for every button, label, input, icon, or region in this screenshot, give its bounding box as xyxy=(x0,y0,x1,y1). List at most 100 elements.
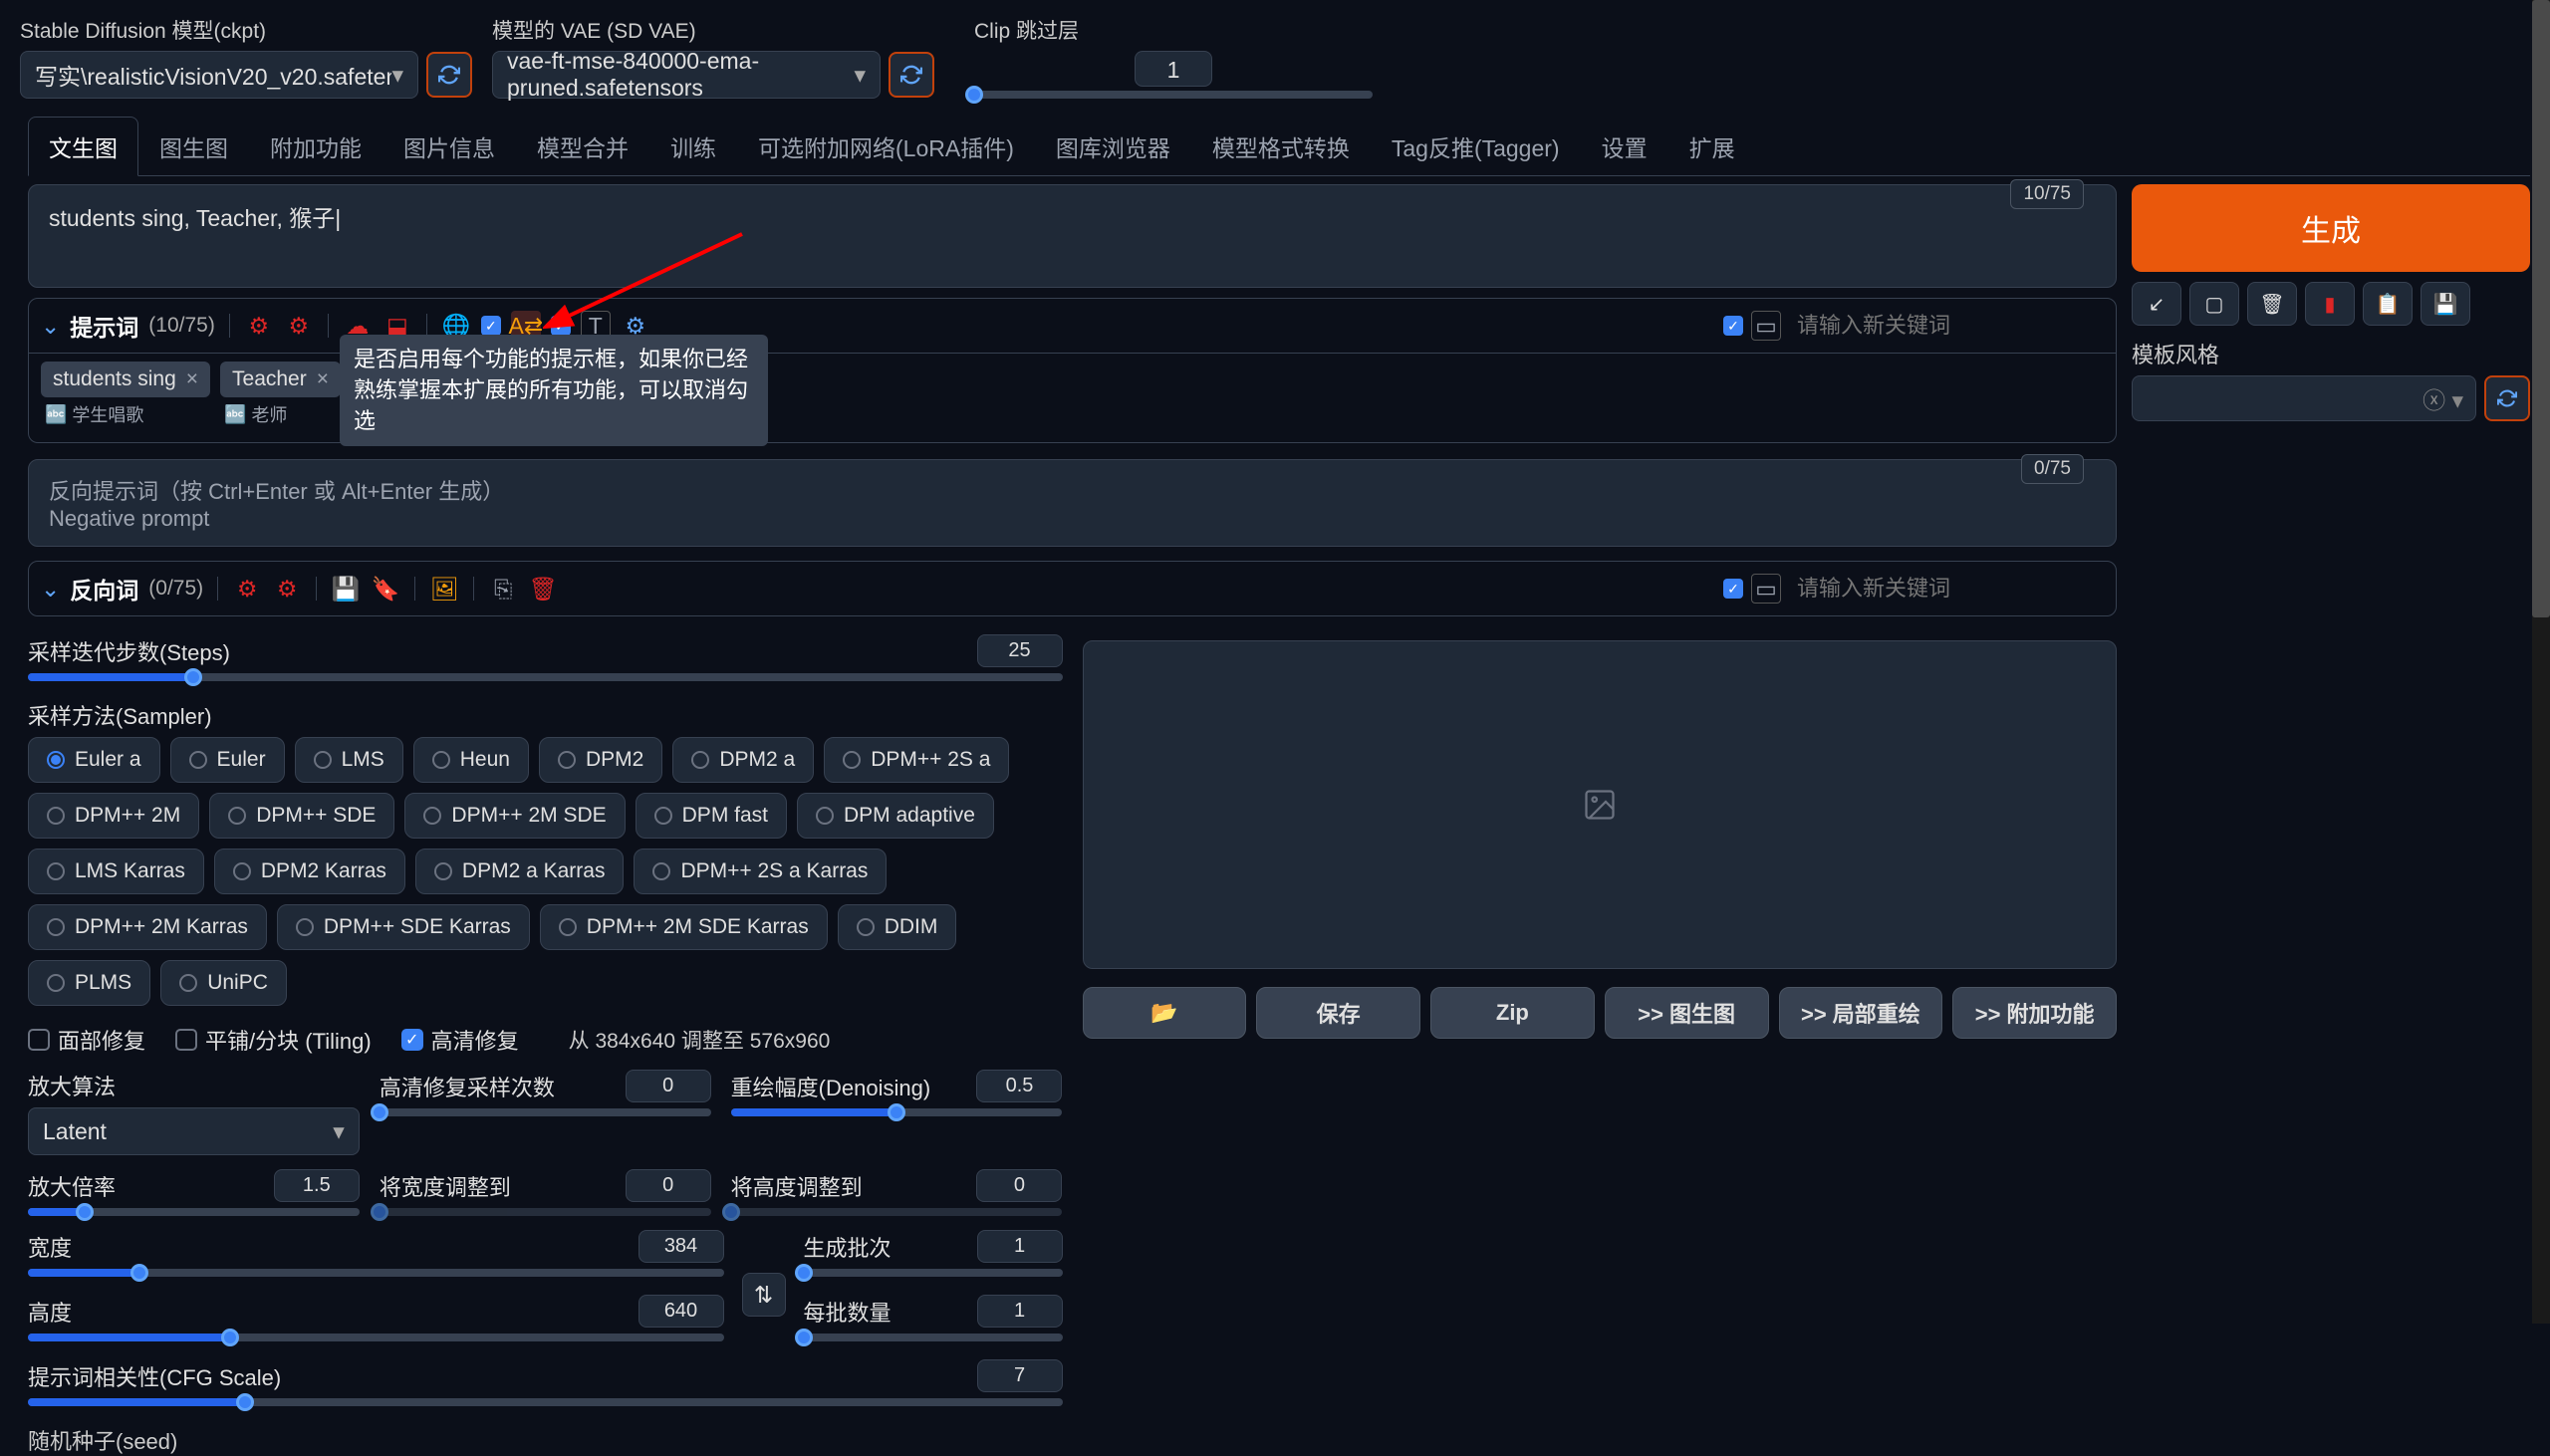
chevron-down-icon[interactable]: ⌄ xyxy=(41,313,60,340)
clear-button[interactable]: ▢ xyxy=(2189,282,2239,326)
sampler-option[interactable]: DPM2 xyxy=(539,737,662,783)
resize-w-value[interactable]: 0 xyxy=(626,1169,711,1202)
sampler-option[interactable]: DPM++ SDE Karras xyxy=(277,904,530,950)
tab-train[interactable]: 训练 xyxy=(649,117,737,175)
tiling-checkbox[interactable]: 平铺/分块 (Tiling) xyxy=(175,1024,372,1056)
gear-icon[interactable]: ⚙ xyxy=(284,311,314,341)
batch-count-value[interactable]: 1 xyxy=(977,1230,1063,1263)
gear-icon[interactable]: ⚙ xyxy=(232,574,262,604)
hires-steps-value[interactable]: 0 xyxy=(626,1070,711,1102)
checkbox[interactable]: ✓ xyxy=(1723,316,1743,336)
steps-slider[interactable] xyxy=(28,673,1063,681)
tab-img2img[interactable]: 图生图 xyxy=(138,117,249,175)
scrollbar[interactable] xyxy=(2532,0,2550,1324)
close-icon[interactable]: × xyxy=(317,367,329,391)
sampler-option[interactable]: DPM2 Karras xyxy=(214,849,405,894)
sampler-option[interactable]: DPM++ 2S a Karras xyxy=(634,849,887,894)
checkbox[interactable]: ✓ xyxy=(551,316,571,336)
image-icon[interactable]: 🖼 xyxy=(429,574,459,604)
open-folder-button[interactable]: 📂 xyxy=(1083,987,1247,1039)
batch-count-slider[interactable] xyxy=(804,1269,1063,1277)
sampler-option[interactable]: DPM++ 2M SDE xyxy=(404,793,625,839)
checkbox[interactable]: ✓ xyxy=(1723,579,1743,599)
sampler-option[interactable]: DDIM xyxy=(838,904,957,950)
width-value[interactable]: 384 xyxy=(638,1230,724,1263)
resize-h-slider[interactable] xyxy=(731,1208,1063,1216)
keyword-input[interactable] xyxy=(1797,313,2084,339)
send-inpaint-button[interactable]: >> 局部重绘 xyxy=(1779,987,1943,1039)
copy-icon[interactable]: ⎘ xyxy=(488,574,518,604)
tab-extras[interactable]: 附加功能 xyxy=(249,117,382,175)
tab-tagger[interactable]: Tag反推(Tagger) xyxy=(1371,117,1581,175)
sampler-option[interactable]: Heun xyxy=(413,737,529,783)
save-button[interactable]: 保存 xyxy=(1256,987,1420,1039)
tag-icon[interactable]: ▭ xyxy=(1751,311,1781,341)
tab-txt2img[interactable]: 文生图 xyxy=(28,117,138,176)
denoise-slider[interactable] xyxy=(731,1108,1063,1116)
trash-button[interactable]: 🗑 xyxy=(2247,282,2297,326)
sampler-option[interactable]: Euler xyxy=(170,737,285,783)
card-button[interactable]: ▮ xyxy=(2305,282,2355,326)
bookmark-icon[interactable]: 🔖 xyxy=(371,574,400,604)
height-value[interactable]: 640 xyxy=(638,1295,724,1328)
trash-icon[interactable]: 🗑 xyxy=(528,574,558,604)
paste-button[interactable]: 📋 xyxy=(2363,282,2413,326)
sampler-option[interactable]: DPM2 a xyxy=(672,737,814,783)
sampler-option[interactable]: DPM++ 2M xyxy=(28,793,199,839)
tab-settings[interactable]: 设置 xyxy=(1581,117,1668,175)
vae-refresh-button[interactable] xyxy=(889,52,934,98)
tab-browser[interactable]: 图库浏览器 xyxy=(1035,117,1191,175)
tab-extensions[interactable]: 扩展 xyxy=(1668,117,1756,175)
sampler-option[interactable]: PLMS xyxy=(28,960,150,1006)
upscale-by-value[interactable]: 1.5 xyxy=(274,1169,360,1202)
sampler-option[interactable]: Euler a xyxy=(28,737,160,783)
styles-refresh-button[interactable] xyxy=(2484,375,2530,421)
sampler-option[interactable]: DPM++ 2M SDE Karras xyxy=(540,904,828,950)
upscale-by-slider[interactable] xyxy=(28,1208,360,1216)
width-slider[interactable] xyxy=(28,1269,724,1277)
height-slider[interactable] xyxy=(28,1334,724,1341)
clip-skip-value[interactable]: 1 xyxy=(1135,51,1212,87)
prompt-tag[interactable]: Teacher× xyxy=(220,362,341,397)
hires-checkbox[interactable]: 高清修复 xyxy=(401,1024,519,1056)
gear-icon[interactable]: ⚙ xyxy=(244,311,274,341)
neg-keyword-input[interactable] xyxy=(1797,576,2084,602)
face-restore-checkbox[interactable]: 面部修复 xyxy=(28,1024,145,1056)
swap-dimensions-button[interactable]: ⇅ xyxy=(742,1273,786,1317)
resize-w-slider[interactable] xyxy=(380,1208,711,1216)
generate-button[interactable]: 生成 xyxy=(2132,184,2530,272)
tab-pnginfo[interactable]: 图片信息 xyxy=(382,117,516,175)
ckpt-select[interactable]: 写实\realisticVisionV20_v20.safetensors [c… xyxy=(20,51,418,99)
cfg-value[interactable]: 7 xyxy=(977,1359,1063,1392)
prompt-textarea[interactable]: students sing, Teacher, 猴子| 10/75 xyxy=(28,184,2117,288)
tab-lora[interactable]: 可选附加网络(LoRA插件) xyxy=(737,117,1035,175)
save-preset-button[interactable]: 💾 xyxy=(2421,282,2470,326)
cfg-slider[interactable] xyxy=(28,1398,1063,1406)
chevron-down-icon[interactable]: ⌄ xyxy=(41,576,60,603)
send-extras-button[interactable]: >> 附加功能 xyxy=(1952,987,2117,1039)
tab-merge[interactable]: 模型合并 xyxy=(516,117,649,175)
sampler-option[interactable]: DPM adaptive xyxy=(797,793,994,839)
checkbox[interactable]: ✓ xyxy=(481,316,501,336)
batch-size-slider[interactable] xyxy=(804,1334,1063,1341)
upscaler-select[interactable]: Latent▾ xyxy=(28,1107,360,1155)
send-img2img-button[interactable]: >> 图生图 xyxy=(1605,987,1769,1039)
sampler-option[interactable]: DPM++ 2S a xyxy=(824,737,1009,783)
sampler-option[interactable]: DPM++ SDE xyxy=(209,793,394,839)
disk-icon[interactable]: 💾 xyxy=(331,574,361,604)
sampler-option[interactable]: DPM fast xyxy=(636,793,787,839)
resize-h-value[interactable]: 0 xyxy=(976,1169,1062,1202)
hires-steps-slider[interactable] xyxy=(380,1108,711,1116)
sampler-option[interactable]: LMS Karras xyxy=(28,849,204,894)
steps-value[interactable]: 25 xyxy=(977,634,1063,667)
vae-select[interactable]: vae-ft-mse-840000-ema-pruned.safetensors… xyxy=(492,51,881,99)
gear-icon[interactable]: ⚙ xyxy=(272,574,302,604)
sampler-option[interactable]: DPM2 a Karras xyxy=(415,849,625,894)
batch-size-value[interactable]: 1 xyxy=(977,1295,1063,1328)
sampler-option[interactable]: UniPC xyxy=(160,960,287,1006)
zip-button[interactable]: Zip xyxy=(1430,987,1595,1039)
tab-convert[interactable]: 模型格式转换 xyxy=(1191,117,1371,175)
prompt-tag[interactable]: students sing× xyxy=(41,362,210,397)
tag-icon[interactable]: ▭ xyxy=(1751,574,1781,604)
sampler-option[interactable]: DPM++ 2M Karras xyxy=(28,904,267,950)
